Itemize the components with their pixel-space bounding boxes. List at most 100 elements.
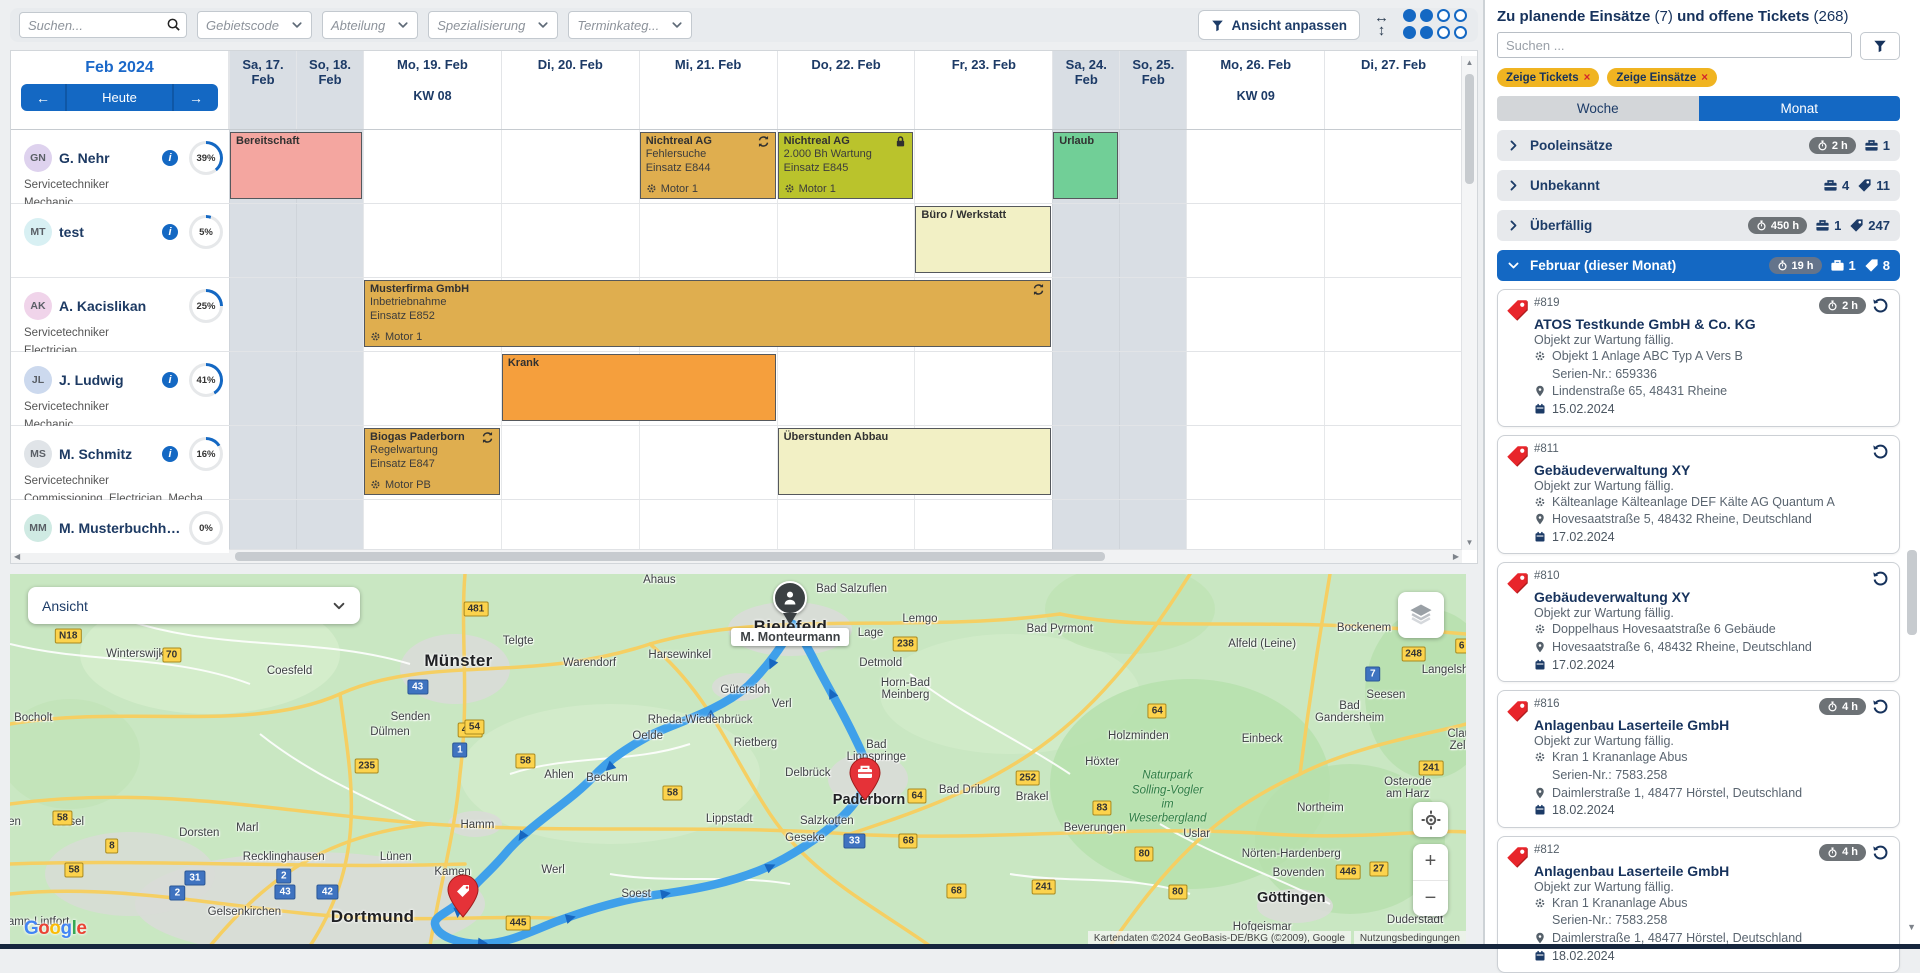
toggle-week[interactable]: Woche (1497, 96, 1699, 121)
calendar-event[interactable]: Krank (502, 354, 776, 421)
scroll-right-icon[interactable]: ▶ (1453, 552, 1459, 561)
info-icon[interactable]: i (162, 224, 178, 240)
ticket-serial: Serien-Nr.: 659336 (1552, 367, 1889, 383)
sidebar-section[interactable]: Februar (dieser Monat) 19 h 1 8 (1497, 250, 1900, 281)
job-marker-tag[interactable] (446, 874, 480, 918)
main-region: Gebietscode Abteilung Spezialisierung Te… (0, 0, 1484, 944)
calendar-icon (1534, 531, 1546, 543)
ticket-address: Hovesaatstraße 5, 48432 Rheine, Deutschl… (1534, 512, 1889, 528)
ticket-card[interactable]: #811 Gebäudeverwaltung XY Objekt zur War… (1497, 435, 1900, 555)
sidebar-section[interactable]: Pooleinsätze 2 h 1 (1497, 130, 1900, 161)
calendar-event[interactable]: Urlaub (1053, 132, 1118, 199)
filter-dropdown[interactable]: Spezialisierung (428, 11, 558, 39)
sidebar-scroll-down-icon[interactable]: ▼ (1907, 922, 1916, 932)
calendar-event[interactable]: Bereitschaft (230, 132, 362, 199)
ticket-card[interactable]: #819 2 h ATOS Testkunde GmbH & Co. KG Ob… (1497, 289, 1900, 427)
calendar-event[interactable]: Biogas Paderborn Regelwartung Einsatz E8… (364, 428, 500, 495)
scheduler-search-input[interactable] (19, 12, 187, 38)
scroll-down-icon[interactable]: ▼ (1466, 536, 1474, 550)
week-month-toggle: Woche Monat (1497, 96, 1900, 121)
tags-badge: 11 (1857, 178, 1890, 193)
section-label: Unbekannt (1530, 178, 1600, 193)
filter-chip[interactable]: Zeige Tickets× (1497, 68, 1599, 87)
density-toggle-icon[interactable] (1403, 9, 1469, 41)
undo-icon[interactable] (1872, 698, 1889, 715)
briefcase-icon (1815, 218, 1830, 233)
horizontal-scroll-thumb[interactable] (235, 552, 1105, 561)
scheduler-header: Feb 2024 ← Heute → Sa, 17. Feb So, 18. F… (11, 51, 1462, 130)
gear-icon (1534, 751, 1546, 763)
ticket-card[interactable]: #812 4 h Anlagenbau Laserteile GmbH Obje… (1497, 836, 1900, 973)
info-icon[interactable]: i (162, 446, 178, 462)
technician-row[interactable]: AK A. Kacislikan 25% Servicetechniker El… (11, 278, 229, 352)
zoom-out-button[interactable]: − (1413, 881, 1448, 917)
resize-arrows-icon[interactable]: ↔↕ (1374, 12, 1389, 38)
job-marker-briefcase[interactable] (848, 757, 882, 801)
map[interactable]: AhausWinterswijkCoesfeldMünsterTelgteWar… (10, 574, 1466, 946)
technician-row[interactable]: MS M. Schmitz i 16% Servicetechniker Com… (11, 426, 229, 500)
prev-button[interactable]: ← (21, 84, 65, 111)
technician-row[interactable]: MT test i 5% (11, 204, 229, 278)
calendar-event[interactable]: Nichtreal AG Fehlersuche Einsatz E844 Mo… (640, 132, 776, 199)
technician-role: Servicetechniker (24, 474, 223, 489)
ticket-object: Kran 1 Krananlage Abus (1534, 896, 1889, 912)
next-button[interactable]: → (174, 84, 218, 111)
day-header: Sa, 24. Feb (1052, 51, 1119, 129)
technician-row[interactable]: JL J. Ludwig i 41% Servicetechniker Mech… (11, 352, 229, 426)
undo-icon[interactable] (1872, 844, 1889, 861)
toggle-month[interactable]: Monat (1699, 96, 1901, 121)
undo-icon[interactable] (1872, 297, 1889, 314)
avatar: AK (24, 292, 52, 320)
info-icon[interactable]: i (162, 150, 178, 166)
chevron-down-icon (332, 599, 346, 613)
today-button[interactable]: Heute (65, 84, 174, 111)
undo-icon[interactable] (1872, 443, 1889, 460)
ticket-address: Lindenstraße 65, 48431 Rheine (1534, 384, 1889, 400)
chip-close-icon[interactable]: × (1701, 72, 1708, 84)
technician-row[interactable]: GN G. Nehr i 39% Servicetechniker Mechan… (11, 130, 229, 204)
sidebar-section[interactable]: Überfällig 450 h 1 247 (1497, 210, 1900, 241)
section-label: Überfällig (1530, 218, 1592, 233)
ticket-subject: Objekt zur Wartung fällig. (1534, 479, 1889, 493)
technician-marker[interactable]: M. Monteurmann (731, 581, 849, 646)
scheduler: Feb 2024 ← Heute → Sa, 17. Feb So, 18. F… (10, 50, 1478, 564)
event-title: Überstunden Abbau (784, 431, 889, 443)
chip-close-icon[interactable]: × (1584, 72, 1591, 84)
sidebar-search-input[interactable] (1497, 32, 1852, 58)
gear-icon (370, 331, 381, 342)
technician-name: M. Schmitz (59, 446, 132, 462)
vertical-scrollbar[interactable]: ▲ ▼ (1461, 56, 1477, 550)
calendar-event[interactable]: Büro / Werkstatt (915, 206, 1051, 273)
cases-badge: 1 (1830, 258, 1856, 273)
customize-view-button[interactable]: Ansicht anpassen (1198, 10, 1360, 40)
calendar-event[interactable]: Nichtreal AG 2.000 Bh Wartung Einsatz E8… (778, 132, 914, 199)
undo-icon[interactable] (1872, 570, 1889, 587)
map-layers-button[interactable] (1398, 592, 1444, 638)
map-view-select[interactable]: Ansicht (28, 587, 360, 624)
scroll-left-icon[interactable]: ◀ (14, 552, 20, 561)
sidebar-scroll-thumb[interactable] (1907, 550, 1917, 635)
calendar-event[interactable]: Musterfirma GmbH Inbetriebnahme Einsatz … (364, 280, 1051, 347)
bottom-bar (0, 944, 1920, 949)
filter-dropdown[interactable]: Gebietscode (197, 11, 312, 39)
chevron-down-icon (671, 19, 683, 31)
calendar-event[interactable]: Überstunden Abbau (778, 428, 1052, 495)
map-locate-button[interactable] (1413, 802, 1448, 837)
vertical-scroll-thumb[interactable] (1465, 74, 1474, 184)
utilization-ring: 5% (189, 215, 223, 249)
sidebar-section[interactable]: Unbekannt 4 11 (1497, 170, 1900, 201)
scroll-up-icon[interactable]: ▲ (1466, 56, 1474, 70)
technician-row[interactable]: MM M. Musterbuchhalter 0% (11, 500, 229, 553)
cases-badge: 1 (1864, 138, 1890, 153)
sidebar-filter-button[interactable] (1860, 32, 1900, 60)
filter-chip[interactable]: Zeige Einsätze× (1607, 68, 1717, 87)
info-icon[interactable]: i (162, 372, 178, 388)
ticket-card[interactable]: #816 4 h Anlagenbau Laserteile GmbH Obje… (1497, 690, 1900, 828)
zoom-in-button[interactable]: + (1413, 844, 1448, 881)
ticket-id: #810 (1534, 570, 1560, 582)
filter-dropdown[interactable]: Terminkateg... (568, 11, 692, 39)
filter-dropdown[interactable]: Abteilung (322, 11, 418, 39)
ticket-serial: Serien-Nr.: 7583.258 (1552, 768, 1889, 784)
date-nav: ← Heute → (21, 84, 218, 111)
ticket-card[interactable]: #810 Gebäudeverwaltung XY Objekt zur War… (1497, 562, 1900, 682)
